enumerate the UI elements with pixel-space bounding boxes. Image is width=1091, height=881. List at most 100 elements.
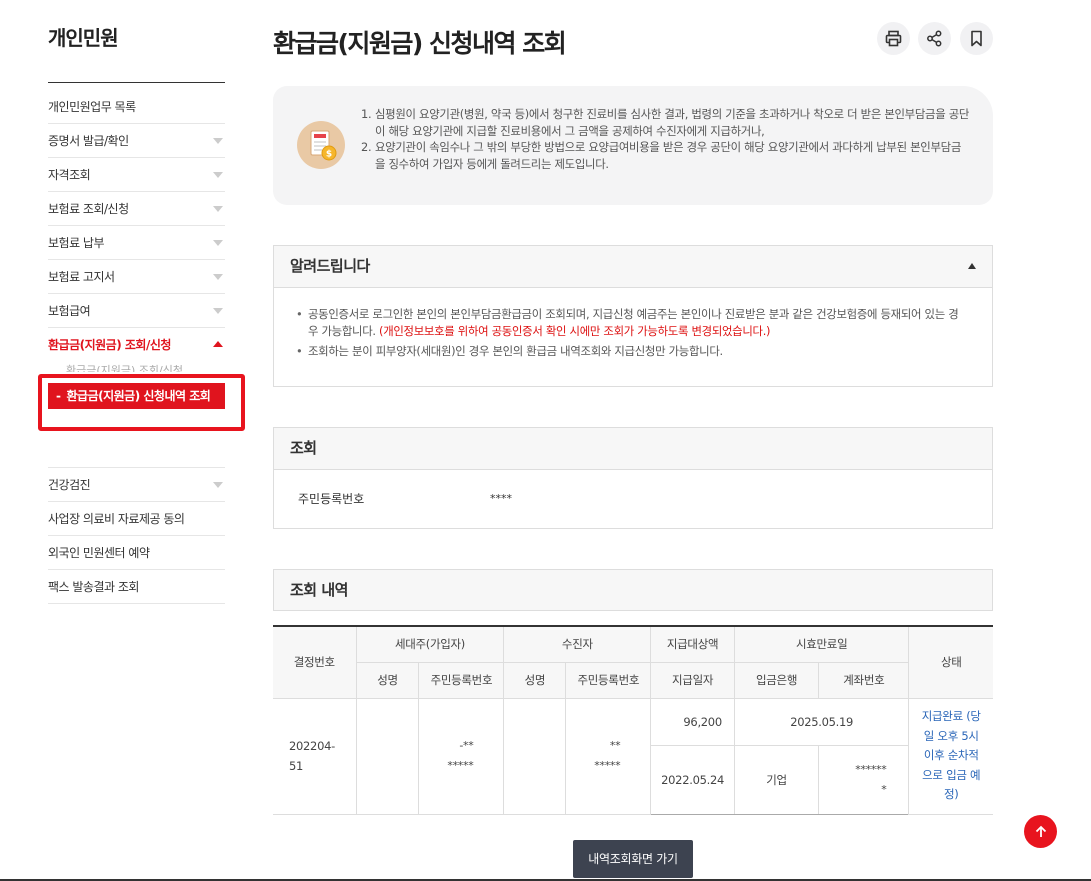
share-icon [927, 30, 942, 47]
col-decision-no: 결정번호 [273, 625, 357, 699]
intro-item-number: 2. [361, 140, 372, 154]
col-bank: 입금은행 [733, 661, 820, 699]
results-table: 결정번호 세대주(가입자) 수진자 지급대상액 시효만료일 상태 성명 주민등록… [273, 625, 993, 815]
col-pay-amount: 지급대상액 [650, 625, 735, 663]
col-pt-name: 성명 [503, 661, 567, 699]
col-account: 계좌번호 [818, 661, 909, 699]
sidebar-item-insurance-benefit[interactable]: 보험급여 [48, 294, 225, 328]
notice-item: 공동인증서로 로그인한 본인의 본인부담금환급금이 조회되며, 지급신청 예금주… [296, 306, 962, 339]
cell-pt-rrn: ** ***** [565, 697, 652, 815]
goto-list-button[interactable]: 내역조회화면 가기 [573, 840, 693, 878]
intro-box: $ 1. 심평원이 요양기관(병원, 약국 등)에서 청구한 진료비를 심사한 결… [273, 86, 993, 205]
sidebar-item-label: 팩스 발송결과 조회 [48, 580, 139, 594]
col-hh-name: 성명 [356, 661, 420, 699]
sidebar-item-refund[interactable]: 환급금(지원금) 조회/신청 [48, 328, 225, 362]
print-button[interactable] [877, 22, 910, 55]
highlight-annotation [38, 374, 245, 431]
table-row: 202204-51 -** ***** ** ***** 96,200 2025… [273, 697, 993, 815]
sidebar-title: 개인민원 [48, 26, 119, 50]
col-pay-date: 지급일자 [650, 661, 735, 699]
sidebar-item-label: 보험료 납부 [48, 236, 105, 250]
cell-pt-name [503, 697, 567, 815]
arrow-up-icon [1035, 825, 1046, 837]
intro-item-number: 1. [361, 107, 372, 121]
bookmark-button[interactable] [960, 22, 993, 55]
sidebar-item-premium-notice[interactable]: 보험료 고지서 [48, 260, 225, 294]
col-patient: 수진자 [503, 625, 652, 663]
results-title: 조회 내역 [290, 581, 348, 599]
notice-item-text: 조회하는 분이 피부양자(세대원)인 경우 본인의 환급금 내역조회와 지급신청… [308, 344, 723, 358]
notice-item: 조회하는 분이 피부양자(세대원)인 경우 본인의 환급금 내역조회와 지급신청… [296, 343, 962, 360]
chevron-down-icon [213, 274, 223, 280]
sidebar-item-label: 보험료 고지서 [48, 270, 115, 284]
cell-decision-no: 202204-51 [273, 697, 357, 815]
sidebar-item-premium-inquiry[interactable]: 보험료 조회/신청 [48, 192, 225, 226]
cell-account: ****** * [818, 744, 909, 815]
sidebar-subitem-refund-apply[interactable]: 환급금(지원금) 조회/신청 [66, 364, 183, 372]
sidebar-item-label: 자격조회 [48, 168, 91, 182]
chevron-up-icon [213, 341, 223, 347]
cell-amount: 96,200 [650, 697, 735, 746]
document-coin-icon: $ [297, 121, 345, 169]
sidebar-item-label: 증명서 발급/확인 [48, 134, 129, 148]
rrn-value: **** [490, 492, 512, 505]
intro-item-text: 심평원이 요양기관(병원, 약국 등)에서 청구한 진료비를 심사한 결과, 법… [375, 107, 970, 138]
chevron-down-icon [213, 240, 223, 246]
sidebar-item-label: 보험료 조회/신청 [48, 202, 129, 216]
query-panel-header: 조회 [274, 428, 992, 470]
sidebar-item-fax-result[interactable]: 팩스 발송결과 조회 [48, 570, 225, 604]
intro-item: 1. 심평원이 요양기관(병원, 약국 등)에서 청구한 진료비를 심사한 결과,… [361, 106, 971, 139]
sidebar-item-foreigner-reservation[interactable]: 외국인 민원센터 예약 [48, 536, 225, 570]
share-button[interactable] [918, 22, 951, 55]
chevron-down-icon [213, 138, 223, 144]
intro-item-text: 요양기관이 속임수나 그 밖의 부당한 방법으로 요양급여비용을 받은 경우 공… [375, 140, 962, 171]
notice-panel: 알려드립니다 공동인증서로 로그인한 본인의 본인부담금환급금이 조회되며, 지… [273, 245, 993, 387]
sidebar-menu: 개인민원업무 목록 증명서 발급/확인 자격조회 보험료 조회/신청 보험료 납… [48, 90, 225, 604]
sidebar-item-medical-consent[interactable]: 사업장 의료비 자료제공 동의 [48, 502, 225, 536]
page-title: 환급금(지원금) 신청내역 조회 [273, 29, 567, 58]
chevron-down-icon [213, 172, 223, 178]
col-status: 상태 [908, 625, 993, 699]
col-expiry: 시효만료일 [733, 625, 910, 663]
cell-status: 지급완료 (당일 오후 5시 이후 순차적으로 입금 예정) [908, 697, 993, 815]
sidebar-item-label: 건강검진 [48, 478, 91, 492]
svg-text:$: $ [326, 150, 332, 160]
status-link[interactable]: 지급완료 (당일 오후 5시 이후 순차적으로 입금 예정) [922, 709, 981, 801]
col-householder: 세대주(가입자) [355, 625, 505, 663]
sidebar-item-label: 외국인 민원센터 예약 [48, 546, 150, 560]
query-panel: 조회 주민등록번호 **** [273, 427, 993, 529]
sidebar-item-label: 개인민원업무 목록 [48, 100, 136, 114]
intro-item: 2. 요양기관이 속임수나 그 밖의 부당한 방법으로 요양급여비용을 받은 경우… [361, 139, 971, 172]
scroll-top-button[interactable] [1024, 815, 1057, 848]
sidebar-item-civil-list[interactable]: 개인민원업무 목록 [48, 90, 225, 124]
sidebar-item-label: 보험급여 [48, 304, 91, 318]
notice-panel-header[interactable]: 알려드립니다 [274, 246, 992, 288]
cell-bank: 기업 [733, 744, 820, 815]
sidebar-item-premium-payment[interactable]: 보험료 납부 [48, 226, 225, 260]
sidebar-item-label: 환급금(지원금) 조회/신청 [48, 338, 171, 352]
sidebar-item-eligibility[interactable]: 자격조회 [48, 158, 225, 192]
sidebar-item-health-checkup[interactable]: 건강검진 [48, 468, 225, 502]
query-row: 주민등록번호 **** [274, 470, 992, 528]
cell-hh-name [355, 697, 420, 815]
notice-item-warning: (개인정보보호를 위하여 공동인증서 확인 시에만 조회가 가능하도록 변경되었… [379, 323, 771, 338]
intro-list: 1. 심평원이 요양기관(병원, 약국 등)에서 청구한 진료비를 심사한 결과,… [361, 106, 971, 172]
chevron-down-icon [213, 308, 223, 314]
sidebar-item-certificate[interactable]: 증명서 발급/확인 [48, 124, 225, 158]
print-icon [885, 30, 902, 47]
col-hh-rrn: 주민등록번호 [418, 661, 505, 699]
col-pt-rrn: 주민등록번호 [565, 661, 652, 699]
results-header: 조회 내역 [273, 569, 993, 611]
chevron-down-icon [213, 206, 223, 212]
collapse-up-icon[interactable] [968, 263, 976, 269]
notice-title: 알려드립니다 [290, 257, 370, 275]
cell-expiry: 2025.05.19 [733, 697, 910, 746]
cell-pay-date: 2022.05.24 [650, 744, 735, 815]
rrn-label: 주민등록번호 [298, 492, 365, 506]
query-title: 조회 [290, 439, 317, 457]
chevron-down-icon [213, 482, 223, 488]
bookmark-icon [971, 30, 982, 47]
sidebar-divider [48, 82, 225, 83]
sidebar-item-label: 사업장 의료비 자료제공 동의 [48, 512, 185, 526]
cell-hh-rrn: -** ***** [418, 697, 505, 815]
